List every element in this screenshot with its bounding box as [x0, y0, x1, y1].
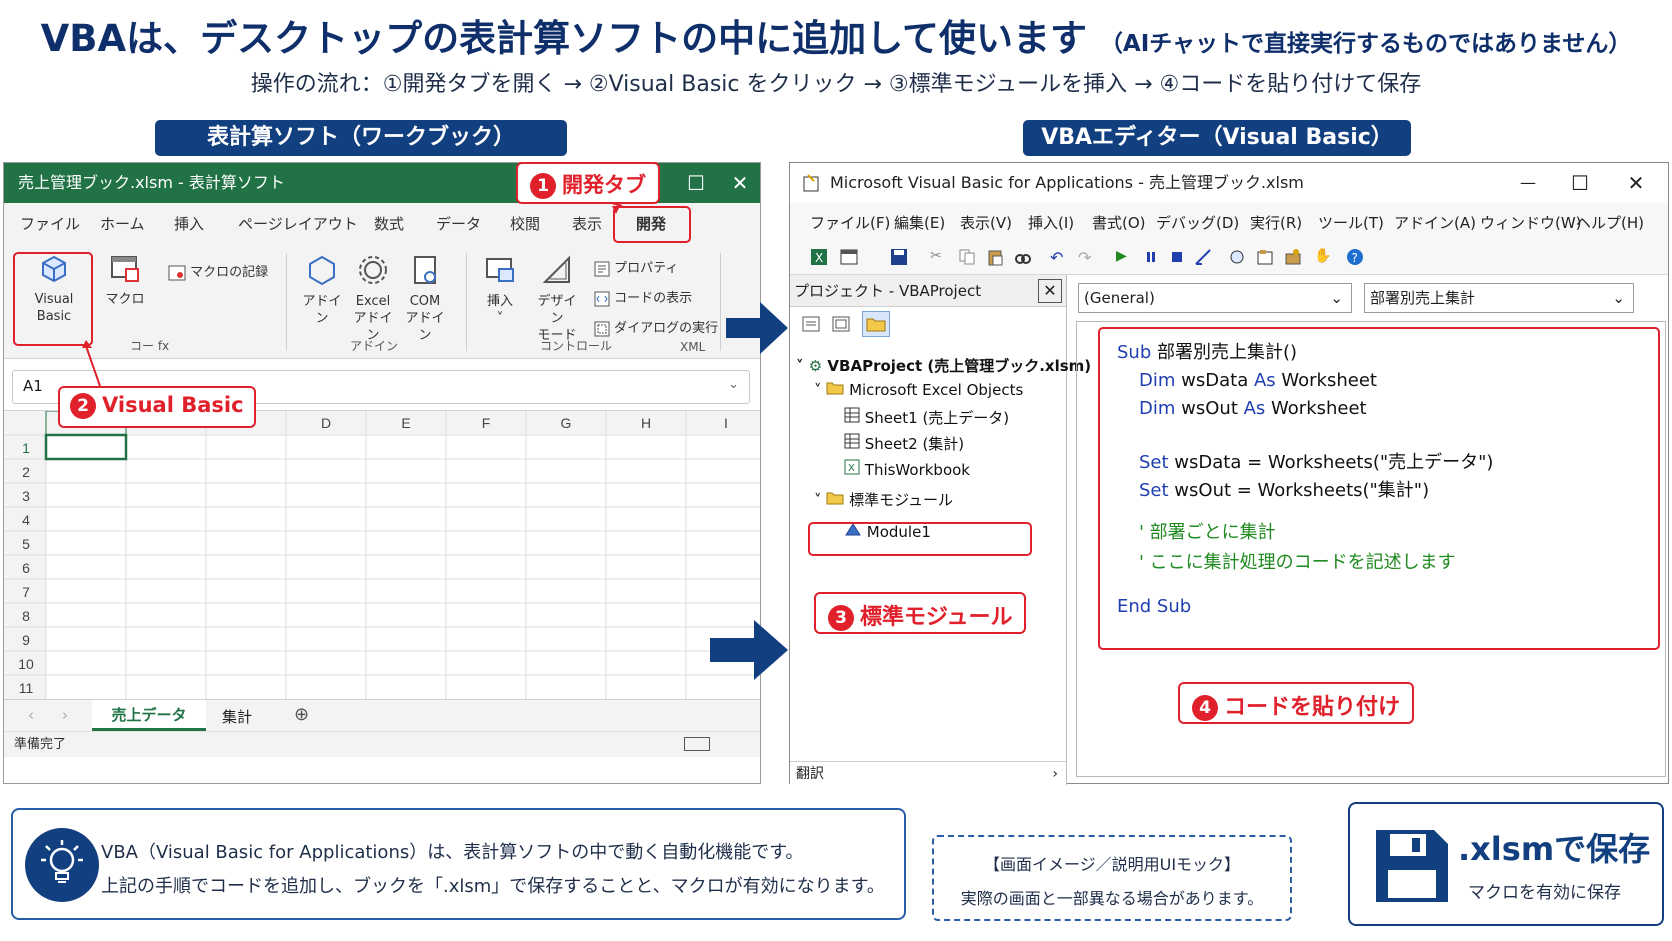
insert-form-icon[interactable] — [840, 248, 858, 266]
project-close-button[interactable]: ✕ — [1038, 279, 1062, 303]
project-explorer-icon[interactable] — [1228, 248, 1246, 266]
vba-toolbar: X ✂ ↶ ↷ ▶ ✋ ? — [790, 239, 1668, 275]
highlight-code-area — [1098, 327, 1660, 650]
properties-window-icon[interactable] — [1256, 248, 1274, 266]
vba-close-button[interactable]: ✕ — [1616, 163, 1656, 203]
undo-icon[interactable]: ↶ — [1050, 248, 1068, 267]
redo-icon[interactable]: ↷ — [1078, 248, 1096, 267]
view-excel-icon[interactable]: X — [810, 248, 828, 266]
tree-thisworkbook[interactable]: X ThisWorkbook — [844, 459, 970, 479]
vba-app-icon — [803, 174, 819, 192]
save-icon[interactable] — [890, 248, 908, 266]
toggle-folders-button[interactable] — [862, 311, 890, 337]
menu-file[interactable]: ファイル(F) — [810, 212, 890, 233]
floppy-disk-icon — [1376, 830, 1448, 902]
note-line-1: 【画面イメージ／説明用UIモック】 — [983, 855, 1241, 874]
object-browser-icon[interactable] — [1284, 248, 1302, 266]
folder-icon — [866, 318, 886, 332]
menu-edit[interactable]: 編集(E) — [894, 212, 945, 233]
svg-text:?: ? — [1352, 251, 1358, 265]
object-dropdown[interactable]: (General) ⌄ — [1078, 283, 1352, 313]
chevron-down-icon: ⌄ — [1330, 289, 1343, 307]
folder-icon — [826, 492, 844, 505]
chevron-down-icon: ⌄ — [1612, 289, 1625, 307]
callout-4: 4 コードを貼り付け — [1178, 682, 1415, 724]
info-line-1: VBA（Visual Basic for Applications）は、表計算ソ… — [101, 842, 804, 863]
tree-folder-objects[interactable]: ˅ Microsoft Excel Objects — [814, 381, 1023, 399]
menu-addins[interactable]: アドイン(A) — [1394, 212, 1476, 233]
project-explorer-header: プロジェクト - VBAProject ✕ — [790, 275, 1066, 307]
highlight-module1 — [808, 522, 1032, 556]
vba-title-bar: Microsoft Visual Basic for Applications … — [790, 163, 1668, 203]
vba-window-title: Microsoft Visual Basic for Applications … — [830, 173, 1304, 192]
menu-run[interactable]: 実行(R) — [1250, 212, 1302, 233]
tree-root[interactable]: ˅ ⚙ VBAProject (売上管理ブック.xlsm) — [796, 355, 1091, 376]
folder-icon — [826, 382, 844, 395]
info-panel: VBA（Visual Basic for Applications）は、表計算ソ… — [11, 808, 906, 920]
design-icon[interactable] — [1194, 248, 1212, 266]
procedure-dropdown[interactable]: 部署別売上集計 ⌄ — [1364, 283, 1634, 313]
properties-pane-header: 翻訳 › — [790, 761, 1066, 785]
reset-icon[interactable] — [1168, 248, 1186, 266]
menu-help[interactable]: ヘルプ(H) — [1576, 212, 1644, 233]
copy-icon[interactable] — [958, 248, 976, 266]
menu-view[interactable]: 表示(V) — [960, 212, 1012, 233]
callout-3: 3 標準モジュール — [814, 592, 1027, 634]
info-line-2: 上記の手順でコードを追加し、ブックを「.xlsm」で保存することと、マクロが有効… — [101, 876, 885, 897]
workbook-icon: X — [844, 459, 860, 475]
save-panel: .xlsmで保存 マクロを有効に保存 — [1348, 802, 1664, 926]
chevron-right-icon[interactable]: › — [1052, 762, 1058, 786]
view-code-toggle[interactable] — [802, 315, 820, 337]
menu-debug[interactable]: デバッグ(D) — [1156, 212, 1239, 233]
sheet-icon — [844, 433, 860, 449]
mock-note: 【画面イメージ／説明用UIモック】 実際の画面と一部異なる場合があります。 — [932, 835, 1292, 921]
sheet-icon — [844, 407, 860, 423]
vba-minimize-button[interactable]: — — [1508, 163, 1548, 203]
cut-icon[interactable]: ✂ — [930, 248, 948, 266]
lightbulb-icon — [25, 828, 99, 902]
save-title: .xlsmで保存 — [1458, 830, 1651, 868]
view-object-toggle[interactable] — [832, 315, 850, 337]
vba-maximize-button[interactable]: ☐ — [1560, 163, 1600, 203]
tree-folder-modules[interactable]: ˅ 標準モジュール — [814, 489, 953, 510]
svg-text:X: X — [848, 463, 855, 474]
view-code-icon — [802, 316, 820, 332]
vba-menu-bar: ファイル(F) 編集(E) 表示(V) 挿入(I) 書式(O) デバッグ(D) … — [790, 203, 1668, 239]
menu-insert[interactable]: 挿入(I) — [1028, 212, 1074, 233]
tree-sheet1[interactable]: Sheet1 (売上データ) — [844, 407, 1009, 428]
break-icon[interactable] — [1142, 248, 1160, 266]
tree-sheet2[interactable]: Sheet2 (集計) — [844, 433, 964, 454]
arrow-right-icon — [726, 302, 788, 354]
toolbox-icon[interactable]: ✋ — [1314, 248, 1332, 266]
paste-icon[interactable] — [986, 248, 1004, 266]
svg-text:X: X — [815, 251, 823, 265]
menu-window[interactable]: ウィンドウ(W) — [1480, 212, 1582, 233]
help-icon[interactable]: ? — [1346, 248, 1364, 266]
arrow-right-icon — [710, 620, 788, 680]
menu-format[interactable]: 書式(O) — [1092, 212, 1146, 233]
note-line-2: 実際の画面と一部異なる場合があります。 — [960, 889, 1264, 908]
view-object-icon — [832, 316, 850, 332]
run-icon[interactable]: ▶ — [1116, 248, 1134, 266]
save-subtitle: マクロを有効に保存 — [1468, 883, 1621, 903]
menu-tools[interactable]: ツール(T) — [1318, 212, 1384, 233]
find-icon[interactable] — [1014, 248, 1032, 266]
